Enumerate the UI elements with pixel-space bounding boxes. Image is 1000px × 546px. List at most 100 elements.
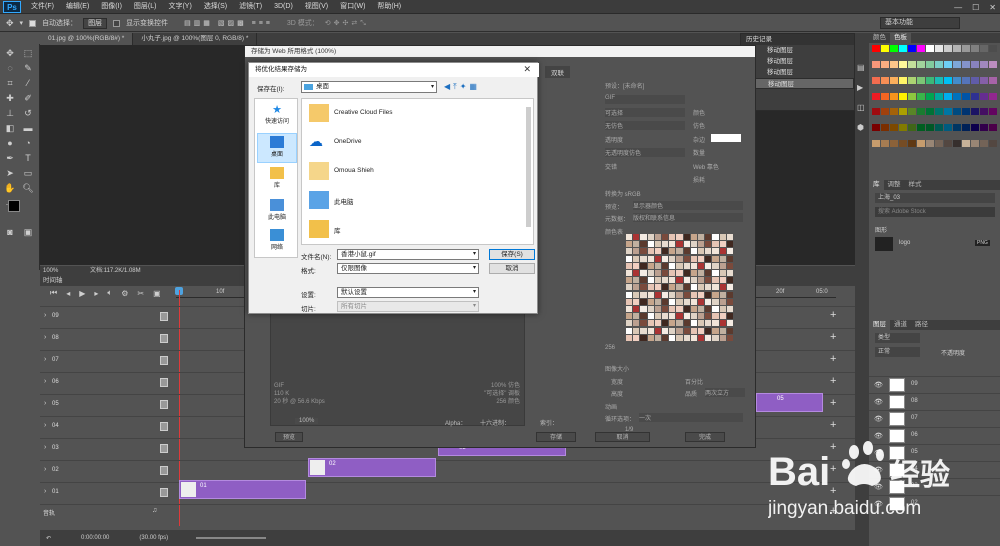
color-swatch[interactable] [953,108,961,116]
color-table-cell[interactable] [690,284,697,291]
menu-file[interactable]: 文件(F) [25,0,60,14]
color-table-cell[interactable] [633,313,640,320]
color-table-cell[interactable] [676,327,683,334]
color-table-cell[interactable] [647,327,654,334]
tab-library[interactable]: 库 [869,180,884,190]
color-swatch[interactable] [881,76,889,84]
color-table-cell[interactable] [661,262,669,269]
color-swatch[interactable] [890,45,898,52]
color-table-cell[interactable] [705,241,712,248]
color-table-cell[interactable] [683,248,690,255]
audio-icon[interactable]: 🔈︎ [107,288,112,298]
color-table-cell[interactable] [654,269,661,276]
color-table-cell[interactable] [719,313,726,320]
track-row[interactable]: › 02 + [40,460,855,482]
color-table-cell[interactable] [640,320,647,327]
zoom-level[interactable]: 100% [43,268,58,274]
color-table-cell[interactable] [697,262,705,269]
tab-swatches[interactable]: 色板 [890,33,911,43]
color-table-cell[interactable] [640,284,647,291]
color-table-cell[interactable] [676,284,683,291]
color-table-cell[interactable] [647,334,654,341]
color-table-cell[interactable] [640,327,647,334]
color-table-cell[interactable] [676,269,683,276]
color-swatch[interactable] [935,76,943,84]
color-table-cell[interactable] [661,298,669,305]
color-table-cell[interactable] [690,291,697,298]
color-swatch[interactable] [899,108,907,116]
color-swatch[interactable] [917,76,925,84]
add-icon[interactable]: + [830,309,836,321]
tab-paths[interactable]: 路径 [911,320,932,330]
color-table-cell[interactable] [633,248,640,255]
color-table-cell[interactable] [705,248,712,255]
color-table-cell[interactable] [661,234,669,240]
color-swatch[interactable] [890,124,898,132]
color-swatch[interactable] [953,60,961,68]
film-icon[interactable] [160,488,168,497]
color-table-cell[interactable] [661,248,669,255]
color-swatch[interactable] [908,140,916,148]
blend-mode-dropdown[interactable]: 正常 [875,347,920,357]
color-swatch[interactable] [872,124,880,132]
color-table-cell[interactable] [712,248,719,255]
color-table-cell[interactable] [719,334,726,341]
color-table-cell[interactable] [633,234,640,240]
color-table-cell[interactable] [719,298,726,305]
color-table-cell[interactable] [654,284,661,291]
color-table-cell[interactable] [683,284,690,291]
color-swatch[interactable] [989,60,997,68]
chevron-right-icon[interactable]: › [44,334,46,341]
color-swatch[interactable] [881,140,889,148]
color-table-cell[interactable] [690,277,697,284]
color-table-cell[interactable] [697,305,705,312]
color-table-cell[interactable] [640,255,647,262]
color-table-cell[interactable] [669,234,676,240]
color-table-cell[interactable] [712,320,719,327]
color-swatch[interactable] [899,60,907,68]
color-swatch[interactable] [989,124,997,132]
color-swatch[interactable] [908,45,916,52]
color-swatch[interactable] [926,45,934,52]
color-swatch[interactable] [872,140,880,148]
color-table-cell[interactable] [640,277,647,284]
color-table-cell[interactable] [640,241,647,248]
place-desktop[interactable]: 桌面 [257,133,297,163]
color-table-cell[interactable] [661,313,669,320]
color-table-cell[interactable] [726,277,733,284]
eye-icon[interactable]: 👁︎ [874,415,883,423]
color-swatch[interactable] [899,76,907,84]
color-table-cell[interactable] [705,255,712,262]
convert-icon[interactable]: ↶ [46,535,51,542]
color-swatch[interactable] [917,92,925,100]
color-table-cell[interactable] [633,320,640,327]
color-table-cell[interactable] [705,269,712,276]
color-table-cell[interactable] [705,284,712,291]
color-table-cell[interactable] [626,291,633,298]
film-icon[interactable] [160,356,168,365]
color-table-cell[interactable] [683,291,690,298]
color-table-cell[interactable] [726,234,733,240]
film-icon[interactable] [160,466,168,475]
color-table-cell[interactable] [626,255,633,262]
add-icon[interactable]: + [830,331,836,343]
color-table-cell[interactable] [654,291,661,298]
color-swatch[interactable] [971,140,979,148]
film-icon[interactable] [160,378,168,387]
color-swatch[interactable] [980,45,988,52]
place-this-pc[interactable]: 此电脑 [257,197,297,227]
tab-styles[interactable]: 样式 [905,180,926,190]
color-swatch[interactable] [980,60,988,68]
color-swatch[interactable] [890,76,898,84]
color-swatch[interactable] [935,140,943,148]
color-table-cell[interactable] [719,234,726,240]
color-swatch[interactable] [971,45,979,52]
menu-filter[interactable]: 滤镜(T) [233,0,268,14]
convert-srgb-checkbox[interactable]: 转换为 sRGB [605,189,641,198]
color-table-cell[interactable] [683,241,690,248]
color-table-cell[interactable] [697,334,705,341]
color-table-cell[interactable] [712,269,719,276]
color-swatch[interactable] [962,108,970,116]
color-swatch[interactable] [917,60,925,68]
color-table-cell[interactable] [683,255,690,262]
